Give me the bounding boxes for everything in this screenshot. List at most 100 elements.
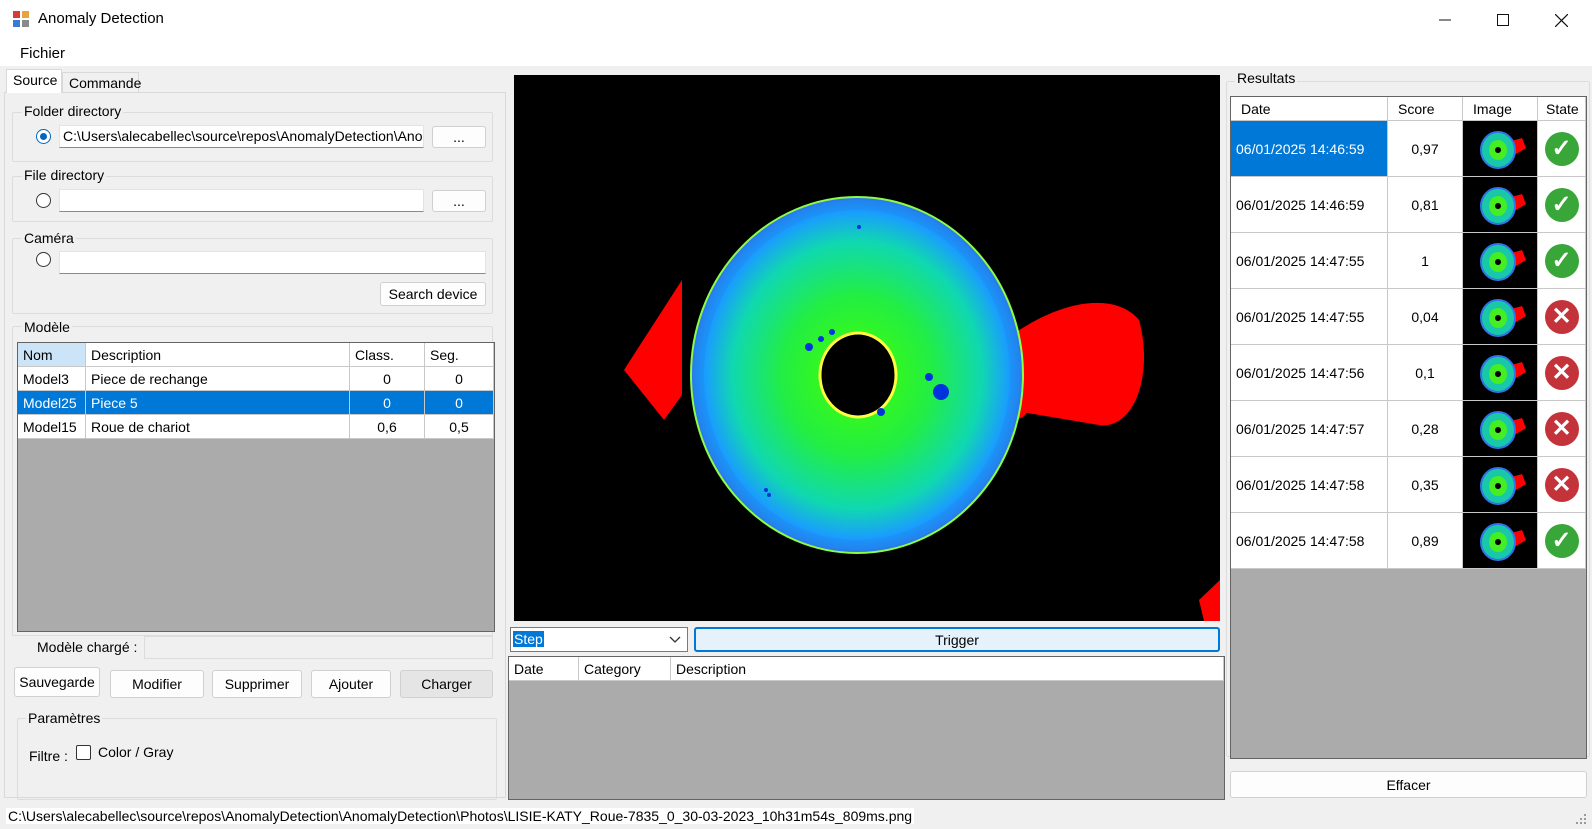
tab-source[interactable]: Source [6, 69, 62, 93]
folder-browse-button[interactable]: ... [432, 126, 486, 148]
step-select[interactable]: Step [510, 627, 688, 652]
file-path-input[interactable] [59, 189, 424, 212]
search-device-button[interactable]: Search device [380, 282, 486, 306]
results-col-score[interactable]: Score [1388, 97, 1463, 121]
results-row-1-date[interactable]: 06/01/2025 14:46:59 [1231, 177, 1388, 233]
results-row-6-date[interactable]: 06/01/2025 14:47:58 [1231, 457, 1388, 513]
model-col-class[interactable]: Class. [350, 343, 425, 367]
log-grid[interactable]: Date Category Description [508, 656, 1225, 800]
folder-directory-radio[interactable] [36, 129, 51, 144]
results-col-state[interactable]: State [1538, 97, 1586, 121]
log-col-description[interactable]: Description [671, 657, 1224, 681]
model-row-1-class[interactable]: 0 [350, 391, 425, 415]
minimize-icon [1439, 19, 1451, 21]
log-col-category[interactable]: Category [579, 657, 671, 681]
folder-path-input[interactable]: C:\Users\alecabellec\source\repos\Anomal… [59, 125, 424, 148]
results-row-5-date[interactable]: 06/01/2025 14:47:57 [1231, 401, 1388, 457]
results-row-5-image[interactable] [1463, 401, 1538, 457]
model-row-0-nom[interactable]: Model3 [18, 367, 86, 391]
app-icon [12, 10, 30, 28]
model-row-1-seg[interactable]: 0 [425, 391, 494, 415]
file-directory-radio[interactable] [36, 193, 51, 208]
resize-grip-icon[interactable] [1574, 812, 1588, 829]
anomaly-heatmap-image [624, 196, 1220, 621]
window-title: Anomaly Detection [38, 10, 164, 27]
menu-fichier[interactable]: Fichier [20, 45, 65, 62]
results-row-7-state: ✓ [1538, 513, 1586, 569]
result-thumbnail-image [1480, 242, 1526, 281]
close-button[interactable] [1532, 0, 1590, 40]
results-row-0-score[interactable]: 0,97 [1388, 121, 1463, 177]
results-row-1-state: ✓ [1538, 177, 1586, 233]
supprimer-button[interactable]: Supprimer [212, 670, 302, 698]
maximize-icon [1497, 14, 1509, 26]
trigger-button[interactable]: Trigger [694, 627, 1220, 652]
model-row-0-class[interactable]: 0 [350, 367, 425, 391]
results-col-date[interactable]: Date [1231, 97, 1388, 121]
results-row-1-image[interactable] [1463, 177, 1538, 233]
title-bar [0, 0, 1592, 40]
model-row-2-class[interactable]: 0,6 [350, 415, 425, 439]
fail-x-icon: ✕ [1544, 411, 1579, 446]
camera-label: Caméra [22, 230, 76, 246]
maximize-button[interactable] [1474, 0, 1532, 40]
status-path: C:\Users\alecabellec\source\repos\Anomal… [6, 808, 915, 824]
results-row-4-date[interactable]: 06/01/2025 14:47:56 [1231, 345, 1388, 401]
model-col-seg[interactable]: Seg. [425, 343, 494, 367]
model-row-1-description[interactable]: Piece 5 [86, 391, 350, 415]
results-row-3-score[interactable]: 0,04 [1388, 289, 1463, 345]
minimize-button[interactable] [1416, 0, 1474, 40]
ok-check-icon: ✓ [1544, 187, 1579, 222]
results-row-7-date[interactable]: 06/01/2025 14:47:58 [1231, 513, 1388, 569]
camera-input[interactable] [59, 251, 486, 274]
model-row-1-nom[interactable]: Model25 [18, 391, 86, 415]
results-row-0-state: ✓ [1538, 121, 1586, 177]
fail-x-icon: ✕ [1544, 355, 1579, 390]
results-row-2-score[interactable]: 1 [1388, 233, 1463, 289]
results-row-6-image[interactable] [1463, 457, 1538, 513]
camera-radio[interactable] [36, 252, 51, 267]
model-row-0-description[interactable]: Piece de rechange [86, 367, 350, 391]
color-gray-checkbox[interactable] [76, 745, 91, 760]
sauvegarde-button[interactable]: Sauvegarde [14, 667, 100, 697]
model-col-nom[interactable]: Nom [18, 343, 86, 367]
log-col-date[interactable]: Date [509, 657, 579, 681]
results-row-5-score[interactable]: 0,28 [1388, 401, 1463, 457]
filtre-label: Filtre : [29, 748, 68, 764]
results-row-2-date[interactable]: 06/01/2025 14:47:55 [1231, 233, 1388, 289]
ajouter-button[interactable]: Ajouter [311, 670, 391, 698]
results-row-4-state: ✕ [1538, 345, 1586, 401]
results-grid[interactable]: Date Score Image State 06/01/2025 14:46:… [1230, 96, 1587, 759]
close-icon [1554, 13, 1568, 27]
results-row-4-image[interactable] [1463, 345, 1538, 401]
file-directory-label: File directory [22, 167, 107, 183]
modifier-button[interactable]: Modifier [110, 670, 204, 698]
result-thumbnail-image [1480, 466, 1526, 505]
modele-label: Modèle [22, 319, 72, 335]
result-thumbnail-image [1480, 298, 1526, 337]
effacer-button[interactable]: Effacer [1230, 771, 1587, 798]
model-grid[interactable]: Nom Description Class. Seg. Model3 Piece… [17, 342, 495, 632]
results-col-image[interactable]: Image [1463, 97, 1538, 121]
model-col-description[interactable]: Description [86, 343, 350, 367]
results-row-7-score[interactable]: 0,89 [1388, 513, 1463, 569]
model-row-2-description[interactable]: Roue de chariot [86, 415, 350, 439]
results-row-3-image[interactable] [1463, 289, 1538, 345]
results-row-4-score[interactable]: 0,1 [1388, 345, 1463, 401]
results-row-3-date[interactable]: 06/01/2025 14:47:55 [1231, 289, 1388, 345]
model-row-2-nom[interactable]: Model15 [18, 415, 86, 439]
tab-commande[interactable]: Commande [62, 72, 141, 93]
results-row-0-date[interactable]: 06/01/2025 14:46:59 [1231, 121, 1388, 177]
results-row-7-image[interactable] [1463, 513, 1538, 569]
charger-button[interactable]: Charger [400, 670, 493, 698]
results-row-1-score[interactable]: 0,81 [1388, 177, 1463, 233]
file-browse-button[interactable]: ... [432, 190, 486, 212]
results-row-2-image[interactable] [1463, 233, 1538, 289]
result-thumbnail-image [1480, 354, 1526, 393]
result-thumbnail-image [1480, 130, 1526, 169]
results-row-0-image[interactable] [1463, 121, 1538, 177]
model-row-2-seg[interactable]: 0,5 [425, 415, 494, 439]
results-row-2-state: ✓ [1538, 233, 1586, 289]
results-row-6-score[interactable]: 0,35 [1388, 457, 1463, 513]
model-row-0-seg[interactable]: 0 [425, 367, 494, 391]
